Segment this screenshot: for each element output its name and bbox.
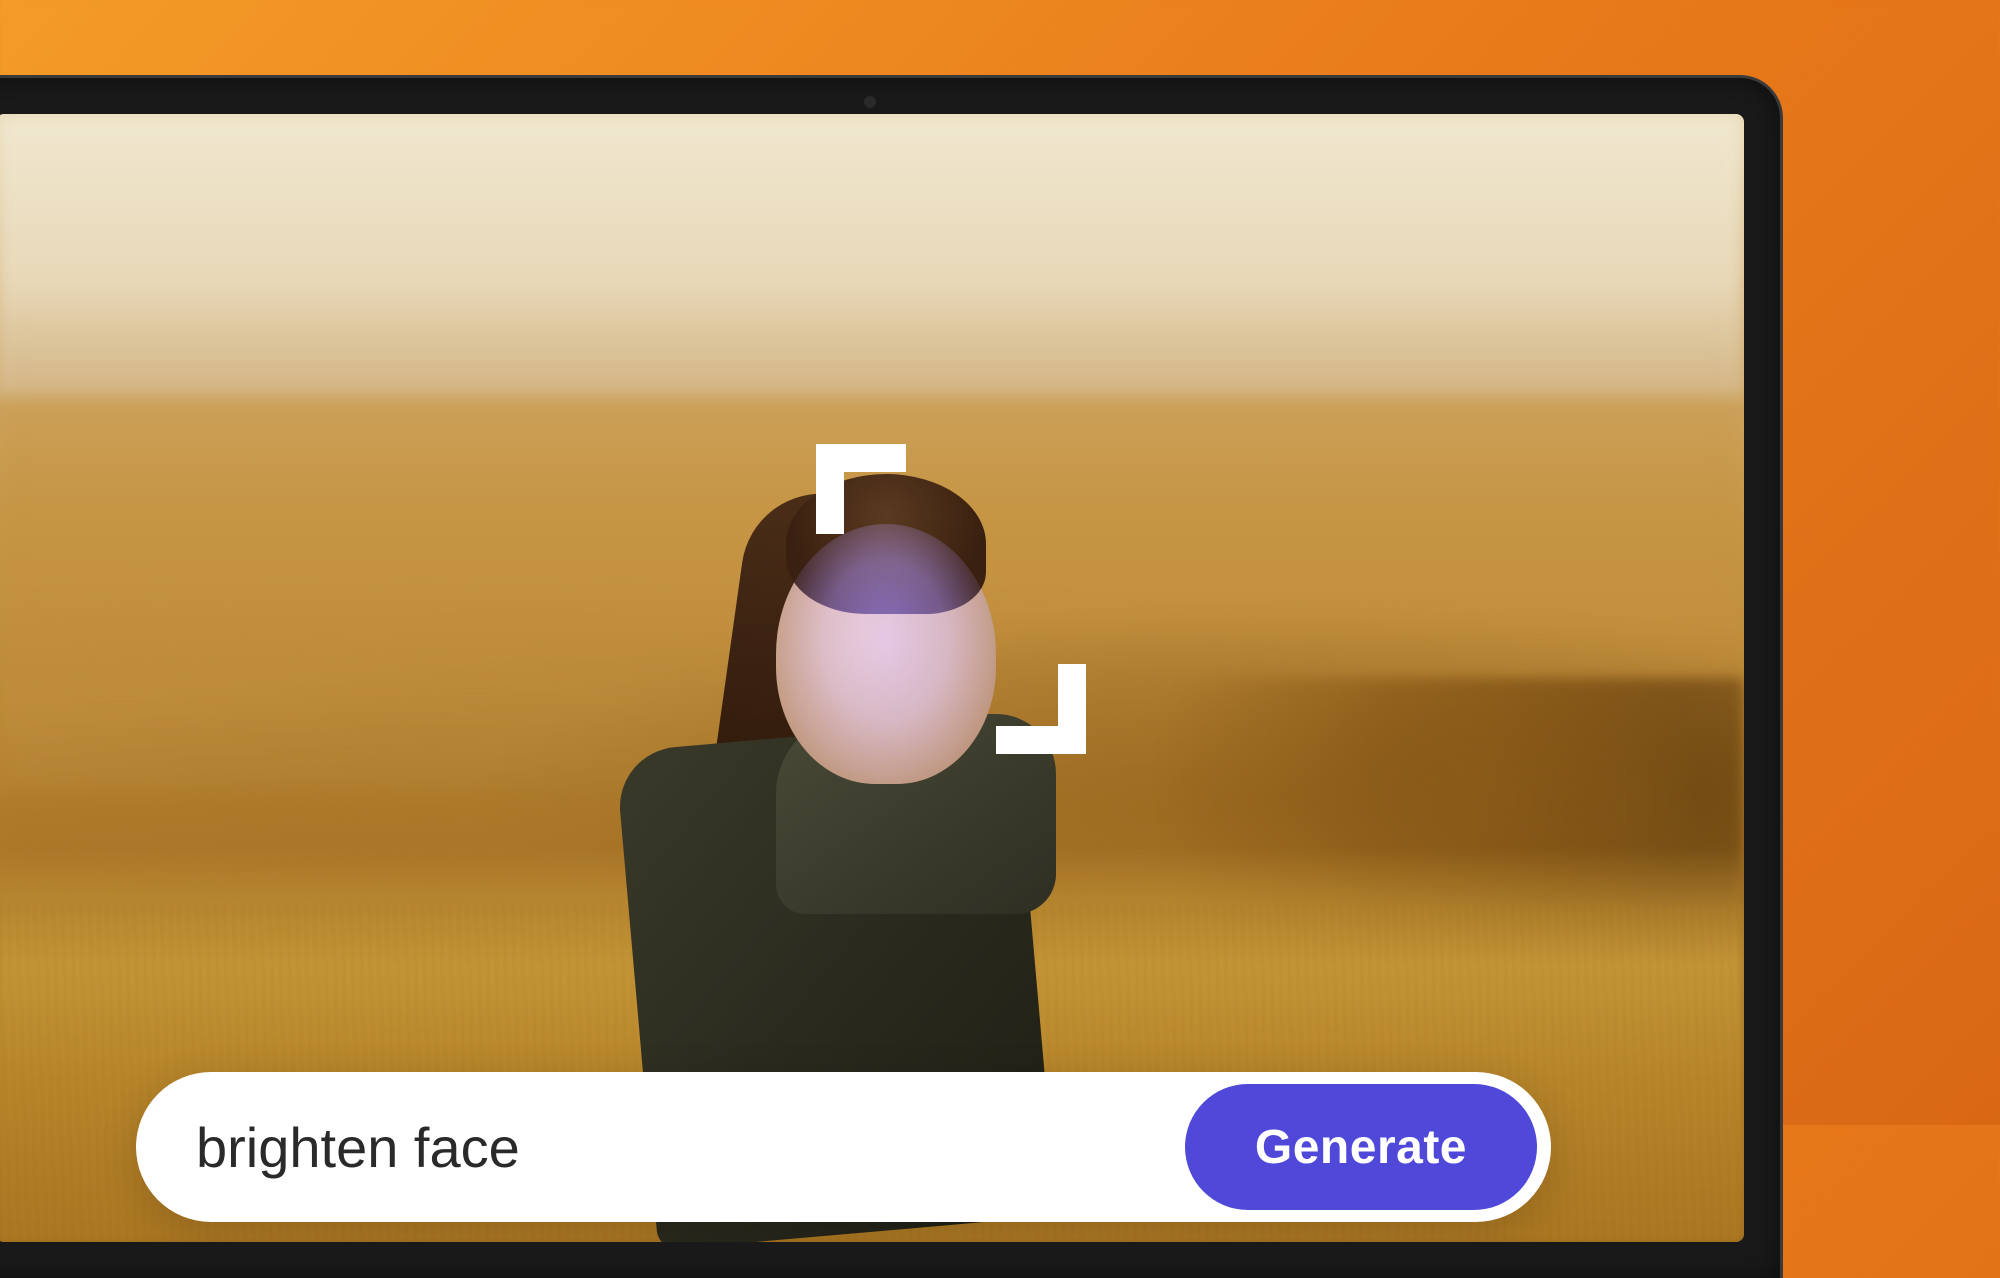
prompt-bar: Generate (136, 1072, 1551, 1222)
prompt-input[interactable] (196, 1115, 1185, 1180)
laptop-frame: Generate (0, 78, 1780, 1278)
app-canvas[interactable]: Generate (0, 114, 1744, 1242)
face-selection-highlight (776, 524, 996, 784)
generate-button[interactable]: Generate (1185, 1084, 1537, 1210)
laptop-camera-icon (864, 96, 876, 108)
